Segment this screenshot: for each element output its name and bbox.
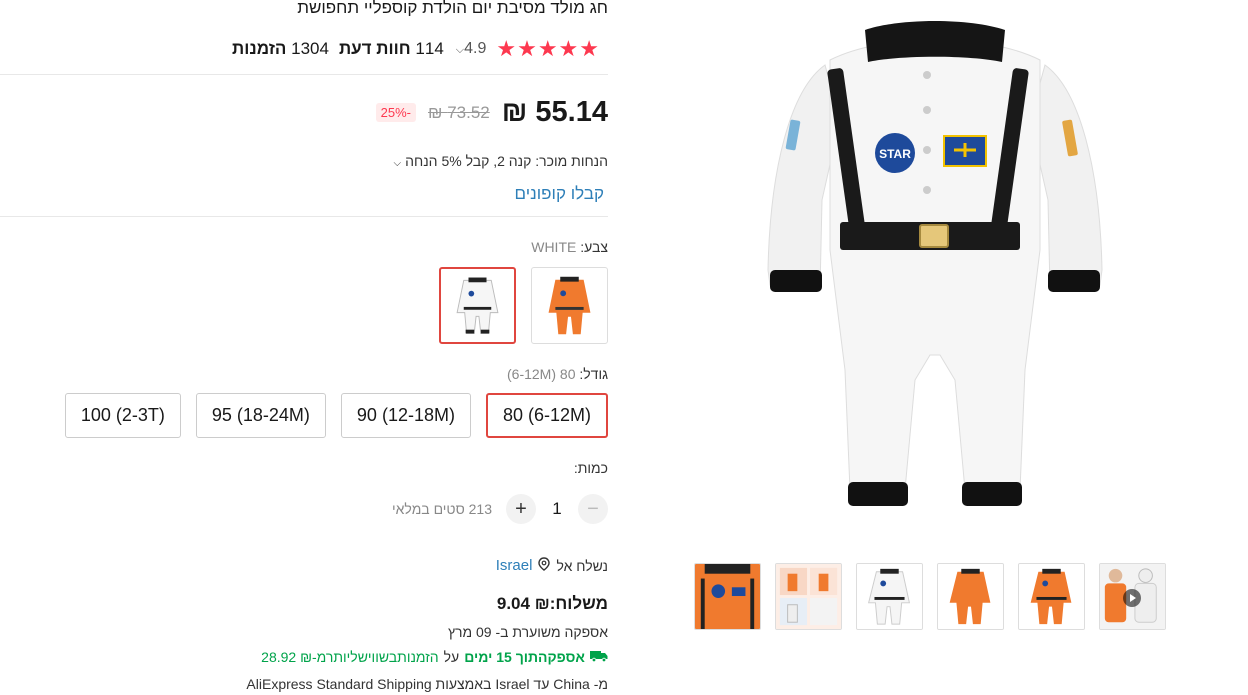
shipping-method: מ- China עד Israel באמצעות AliExpress St… <box>246 676 608 692</box>
size-option[interactable]: 100 (2-3T) <box>64 393 181 438</box>
fast-delivery-row: אספקהתוך 15 ימים על הזמנותבשווישליותרמ-₪… <box>261 649 608 665</box>
svg-text:STAR: STAR <box>879 147 911 161</box>
size-option[interactable]: 80 (6-12M) <box>485 393 608 438</box>
rating-value[interactable]: 4.9⌵ <box>454 40 487 58</box>
size-option[interactable]: 90 (12-18M) <box>340 393 471 438</box>
decrease-quantity-button[interactable]: − <box>578 494 608 524</box>
thumbnail-strip <box>690 563 1166 631</box>
reviews-label: חוות דעת <box>338 39 411 58</box>
color-label-text: צבע: <box>580 239 608 255</box>
original-price: 73.52 ₪ <box>428 102 490 122</box>
shipping-cost: משלוח:₪ 9.04 <box>496 594 608 613</box>
orders-count: 1304 הזמנות <box>232 39 329 59</box>
size-label-text: גודל: <box>579 366 608 382</box>
rating-row: ★★★★★ 4.9⌵ 114 חוות דעת 1304 הזמנות <box>232 36 600 62</box>
thumbnail-orange-closeup[interactable] <box>694 563 761 630</box>
rating-stars-icon: ★★★★★ <box>496 36 600 61</box>
get-coupons-link[interactable]: קבלו קופונים <box>515 184 604 204</box>
increase-quantity-button[interactable]: + <box>506 494 536 524</box>
quantity-label: כמות: <box>573 460 608 476</box>
main-product-image[interactable]: STAR <box>740 0 1130 540</box>
price-row: 55.14 ₪ 73.52 ₪ -25% <box>375 96 608 129</box>
color-option-orange[interactable] <box>531 267 608 344</box>
product-info-panel: חג מולד מסיבת יום הולדת קוספליי תחפושת ★… <box>0 0 608 695</box>
thumbnail-collage[interactable] <box>775 563 842 630</box>
stock-available: 213 סטים במלאי <box>391 501 492 517</box>
current-price: 55.14 ₪ <box>501 96 608 128</box>
quantity-value[interactable]: 1 <box>550 499 564 519</box>
size-option[interactable]: 95 (18-24M) <box>195 393 326 438</box>
color-options <box>439 267 608 344</box>
rating-number: 4.9 <box>464 40 487 57</box>
color-label: צבע: WHITE <box>531 239 608 255</box>
product-title: חג מולד מסיבת יום הולדת קוספליי תחפושת <box>297 0 608 17</box>
chevron-down-icon: ⌵ <box>393 158 402 169</box>
divider <box>0 74 608 75</box>
thumbnail-white-suit[interactable] <box>856 563 923 630</box>
orders-number: 1304 <box>291 39 329 58</box>
truck-icon <box>590 649 608 665</box>
quantity-stepper: − 1 + 213 סטים במלאי <box>392 494 608 524</box>
seller-discount-text: הנחות מוכר: קנה 2, קבל 5% הנחה <box>405 153 608 169</box>
reviews-count[interactable]: 114 חוות דעת <box>339 39 444 59</box>
size-label: גודל: 80 (6-12M) <box>507 366 608 382</box>
thumbnail-orange-suit-back[interactable] <box>937 563 1004 630</box>
fast-delivery-connector: על <box>443 649 460 665</box>
ship-to-row: נשלח אל Israel <box>496 557 608 574</box>
ship-to-label: נשלח אל <box>556 557 608 574</box>
reviews-number: 114 <box>415 39 444 58</box>
divider <box>0 216 608 217</box>
thumbnail-orange-suit[interactable] <box>1018 563 1085 630</box>
location-pin-icon <box>538 557 551 574</box>
color-selected-value: WHITE <box>531 239 577 255</box>
discount-badge: -25% <box>375 103 417 122</box>
ship-to-country[interactable]: Israel <box>496 557 533 574</box>
color-option-white[interactable] <box>439 267 516 344</box>
size-selected-value: 80 (6-12M) <box>506 366 576 382</box>
chevron-down-icon: ⌵ <box>455 44 465 56</box>
play-icon <box>1123 589 1141 607</box>
seller-discount[interactable]: הנחות מוכר: קנה 2, קבל 5% הנחה⌵ <box>394 153 608 169</box>
orders-label: הזמנות <box>232 39 287 58</box>
estimated-delivery: אספקה משוערת ב- 09 מרץ <box>447 624 608 640</box>
fast-delivery-condition: הזמנותבשווישליותרמ-₪ 28.92 <box>261 649 439 665</box>
size-options: 80 (6-12M) 90 (12-18M) 95 (18-24M) 100 (… <box>64 393 608 438</box>
fast-delivery-label: אספקהתוך 15 ימים <box>464 649 585 665</box>
thumbnail-video[interactable] <box>1099 563 1166 630</box>
